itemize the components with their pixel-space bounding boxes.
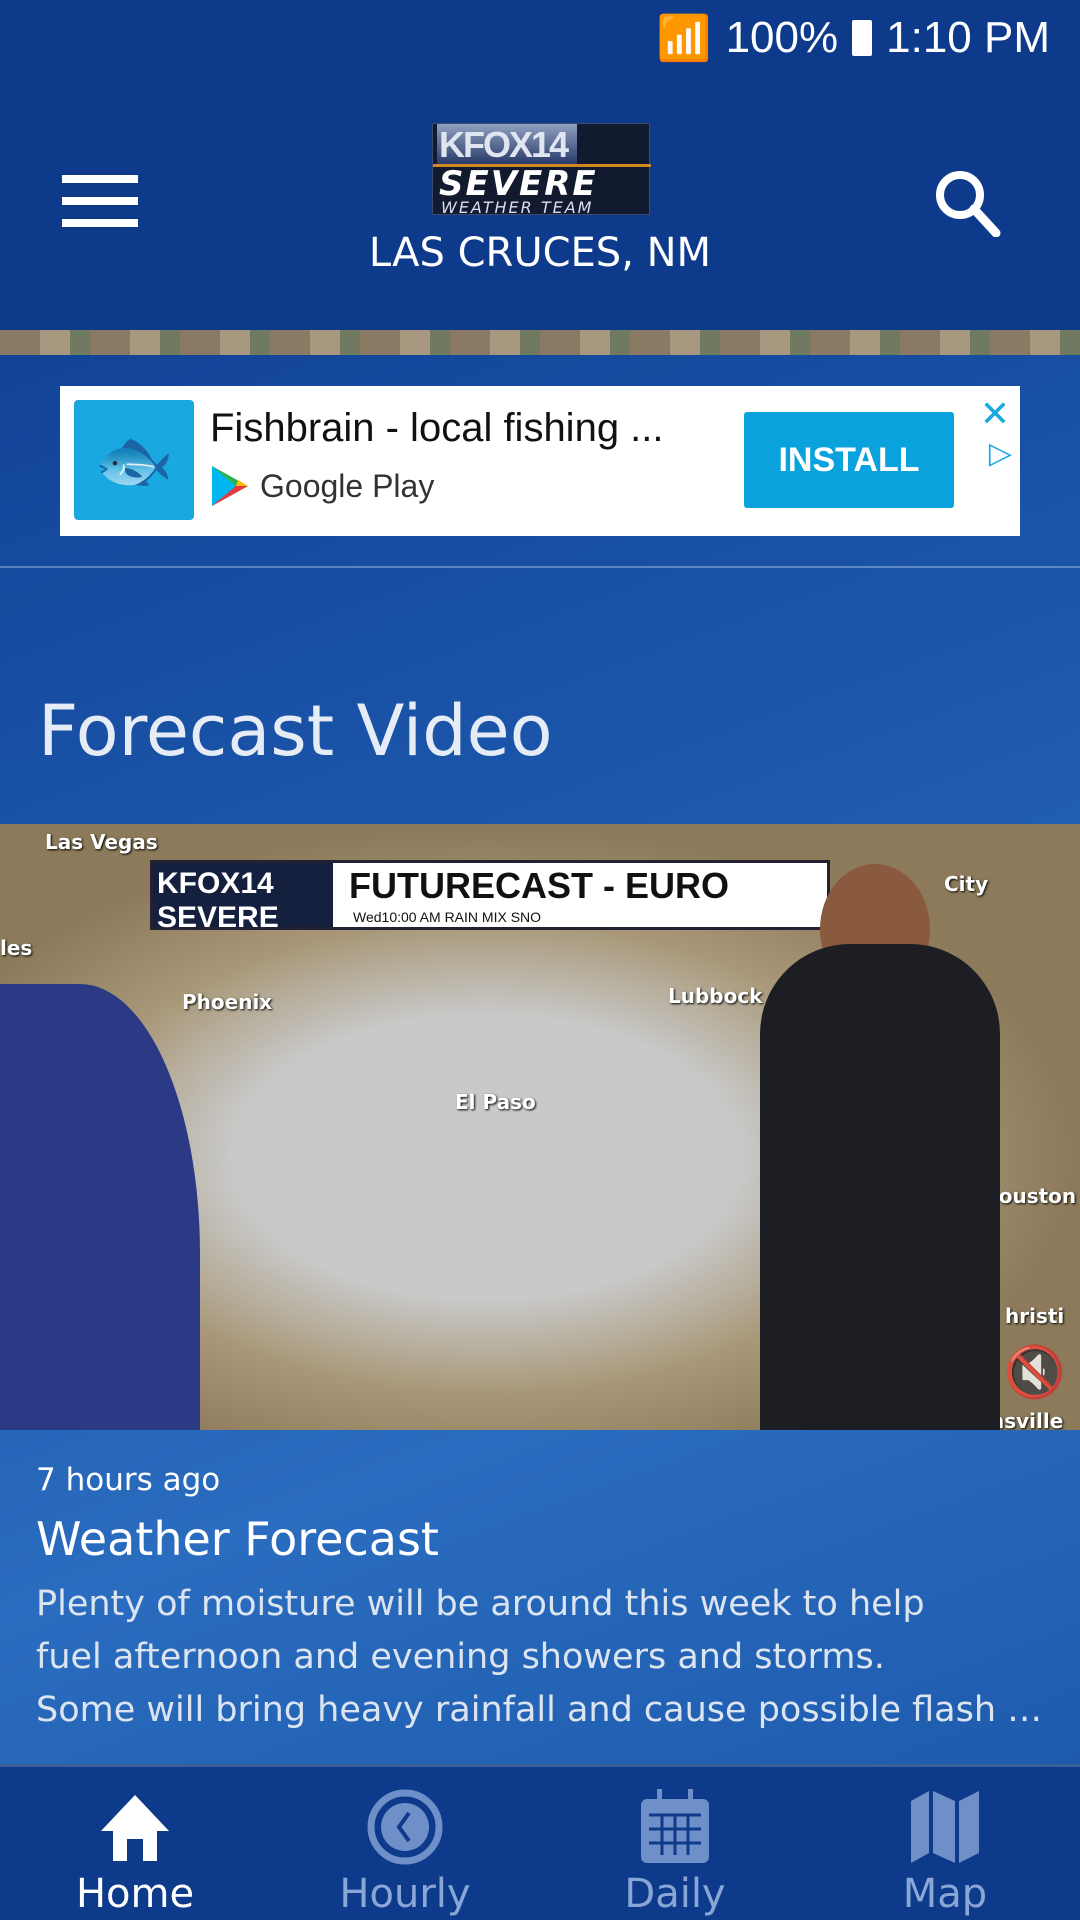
ad-banner[interactable]: 🐟 Fishbrain - local fishing ... Google P… — [60, 386, 1020, 536]
google-play-badge: Google Play — [210, 464, 434, 508]
map-icon — [911, 1791, 979, 1863]
status-bar: 📶 100% 1:10 PM — [0, 0, 1080, 75]
kfox14-logo: KFOX14 SEVERE WEATHER TEAM — [432, 123, 651, 217]
clock: 1:10 PM — [886, 12, 1050, 62]
google-play-icon — [212, 466, 248, 506]
battery-percent: 100% — [725, 12, 839, 62]
fishbrain-app-icon: 🐟 — [74, 400, 194, 520]
install-button[interactable]: INSTALL — [744, 412, 954, 508]
wifi-icon: 📶 — [656, 13, 712, 63]
battery-icon — [852, 19, 873, 56]
section-title: Forecast Video — [38, 690, 553, 772]
divider — [0, 566, 1080, 568]
ad-title[interactable]: Fishbrain - local fishing ... — [210, 406, 664, 451]
tab-home[interactable]: Home — [0, 1767, 270, 1920]
app-header: KFOX14 SEVERE WEATHER TEAM LAS CRUCES, NM — [0, 75, 1080, 330]
tab-hourly[interactable]: Hourly — [270, 1767, 540, 1920]
calendar-icon — [641, 1789, 709, 1863]
location-label[interactable]: LAS CRUCES, NM — [0, 230, 1080, 276]
hamburger-menu-icon[interactable] — [62, 175, 138, 227]
presenter — [760, 944, 1000, 1430]
mute-icon[interactable]: 🔇 — [1004, 1343, 1066, 1402]
close-ad-icon[interactable]: ✕ — [980, 394, 1010, 435]
tab-map[interactable]: Map — [810, 1767, 1080, 1920]
bottom-nav: Home Hourly Daily Map — [0, 1764, 1080, 1920]
video-description: Plenty of moisture will be around this w… — [36, 1584, 1046, 1730]
clock-icon — [367, 1789, 443, 1865]
map-strip[interactable] — [0, 330, 1080, 355]
home-icon — [101, 1795, 169, 1861]
video-player[interactable]: KFOX14 SEVERE FUTURECAST - EURO Wed10:00… — [0, 824, 1080, 1430]
video-age: 7 hours ago — [36, 1462, 221, 1498]
adchoices-icon[interactable]: ▷ — [989, 436, 1012, 471]
tab-daily[interactable]: Daily — [540, 1767, 810, 1920]
video-banner: KFOX14 SEVERE FUTURECAST - EURO Wed10:00… — [150, 860, 830, 934]
video-title[interactable]: Weather Forecast — [36, 1512, 439, 1566]
search-icon[interactable] — [932, 167, 1002, 237]
